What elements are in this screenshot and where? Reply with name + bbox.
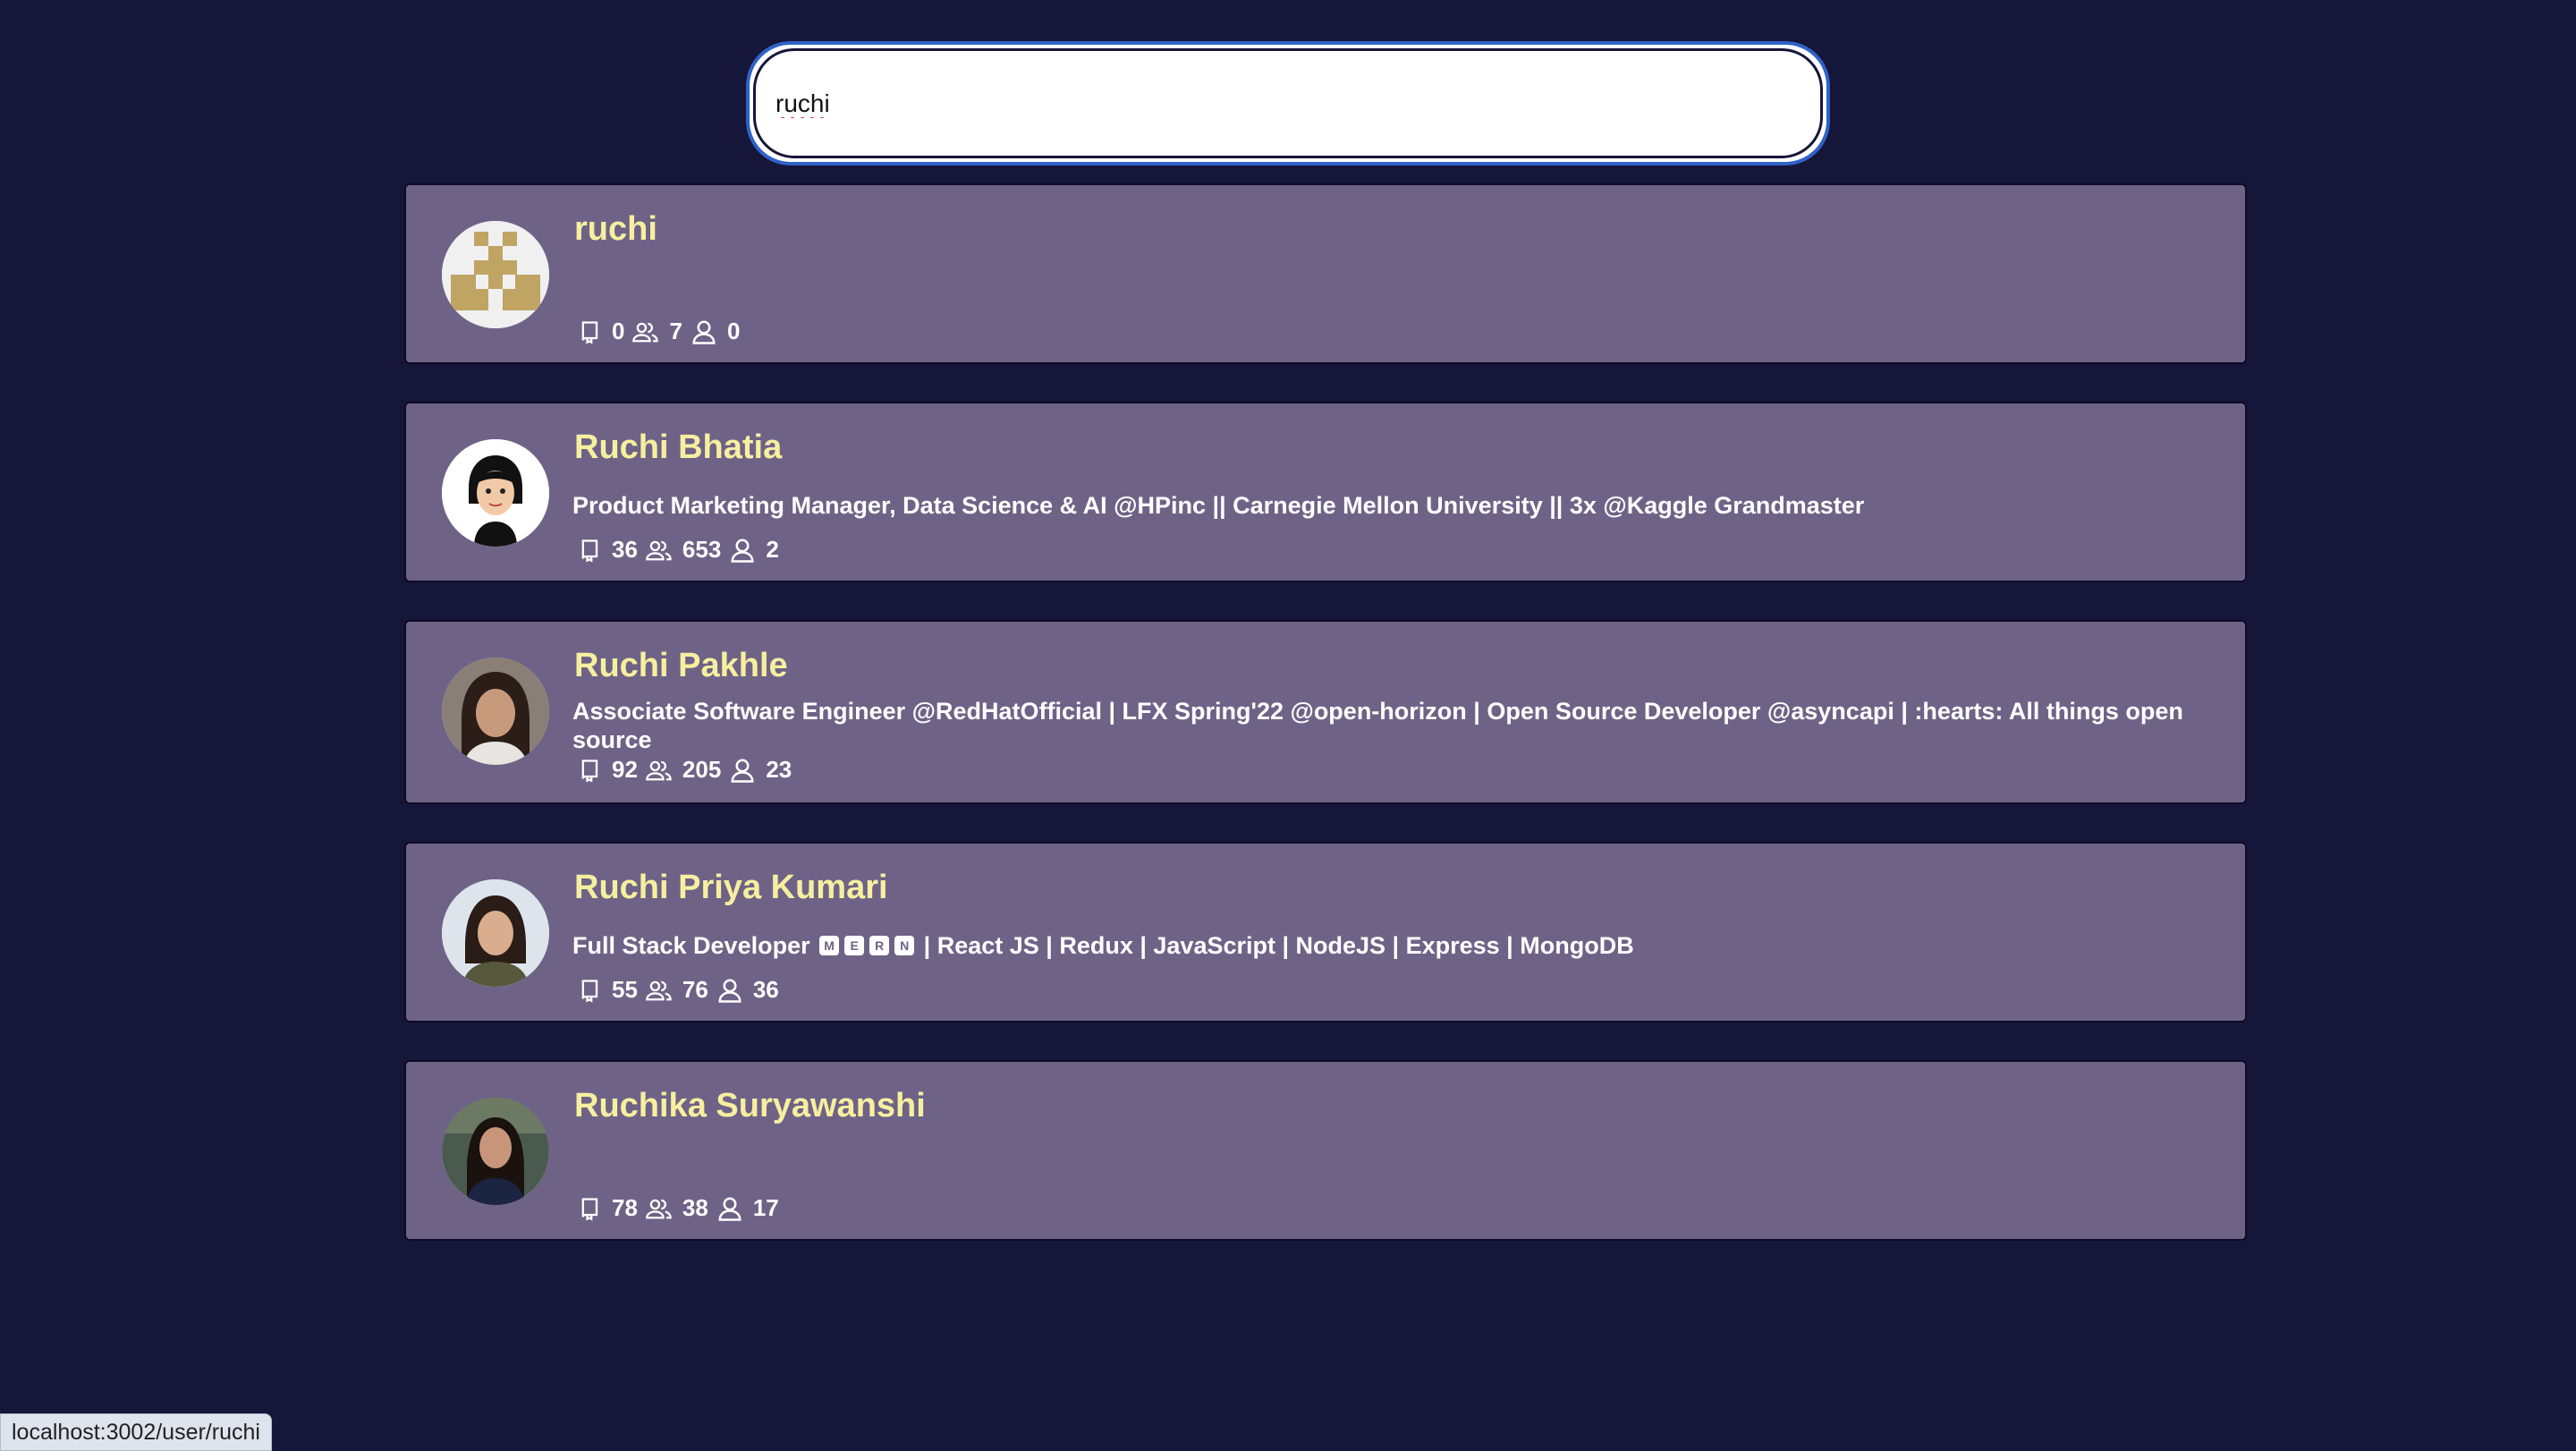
following-stat: 2	[728, 536, 779, 564]
badge-n: N	[894, 935, 915, 955]
users-icon	[646, 1199, 672, 1218]
followers-count: 653	[682, 536, 722, 563]
bio-suffix: | React JS | Redux | JavaScript | NodeJS…	[923, 932, 1634, 959]
following-count: 0	[726, 318, 741, 344]
followers-stat: 7	[631, 318, 682, 345]
avatar[interactable]	[442, 658, 549, 765]
avatar[interactable]	[442, 879, 549, 987]
user-stats: 55 76 36	[578, 976, 786, 1004]
following-count: 23	[766, 756, 792, 783]
user-stats: 36 653 2	[578, 536, 786, 564]
repos-stat: 0	[578, 318, 624, 345]
user-name[interactable]: Ruchi Priya Kumari	[574, 869, 888, 907]
users-icon	[632, 322, 659, 342]
user-icon	[731, 539, 754, 563]
followers-stat: 76	[645, 976, 708, 1004]
user-card[interactable]: ruchi 0 7 0	[404, 183, 2247, 364]
avatar[interactable]	[442, 439, 549, 547]
repos-stat: 92	[578, 756, 638, 784]
repos-stat: 36	[578, 536, 638, 564]
user-stats: 78 38 17	[578, 1194, 786, 1222]
repos-count: 36	[612, 536, 638, 563]
user-icon	[731, 759, 754, 783]
user-name[interactable]: Ruchi Pakhle	[574, 647, 788, 685]
user-card[interactable]: Ruchi Priya Kumari Full Stack Developer …	[404, 842, 2247, 1022]
followers-count: 38	[682, 1194, 708, 1221]
repos-stat: 55	[578, 976, 638, 1004]
following-stat: 17	[716, 1194, 779, 1222]
followers-stat: 205	[645, 756, 721, 784]
following-count: 36	[752, 976, 779, 1003]
book-icon	[581, 759, 598, 783]
book-icon	[581, 539, 598, 563]
following-count: 17	[752, 1194, 779, 1221]
repos-stat: 78	[578, 1194, 638, 1222]
user-card[interactable]: Ruchika Suryawanshi 78 38 17	[404, 1060, 2247, 1241]
repos-count: 92	[612, 756, 638, 783]
search-input[interactable]	[775, 89, 1820, 118]
followers-count: 7	[669, 318, 682, 344]
users-icon	[646, 760, 672, 780]
user-bio: Associate Software Engineer @RedHatOffic…	[572, 698, 2183, 753]
followers-count: 76	[682, 976, 708, 1003]
book-icon	[581, 1197, 598, 1221]
badge-m: M	[819, 935, 840, 955]
results-list: ruchi 0 7 0 Ruchi Bhatia Product Marketi…	[404, 183, 2247, 1278]
search-field[interactable]	[753, 48, 1823, 158]
following-stat: 0	[690, 318, 740, 345]
following-count: 2	[766, 536, 779, 563]
followers-stat: 38	[645, 1194, 708, 1222]
book-icon	[581, 320, 598, 344]
user-icon	[718, 1197, 741, 1221]
user-name[interactable]: Ruchika Suryawanshi	[574, 1087, 926, 1125]
user-name[interactable]: ruchi	[574, 210, 657, 249]
badge-r: R	[869, 935, 890, 955]
avatar[interactable]	[442, 221, 549, 328]
user-card[interactable]: Ruchi Pakhle Associate Software Engineer…	[404, 620, 2247, 804]
book-icon	[581, 979, 598, 1003]
user-name[interactable]: Ruchi Bhatia	[574, 429, 782, 467]
user-stats: 0 7 0	[578, 318, 747, 345]
avatar[interactable]	[442, 1098, 549, 1205]
repos-count: 55	[612, 976, 638, 1003]
search-box[interactable]	[746, 41, 1830, 165]
user-icon	[692, 320, 716, 344]
user-card[interactable]: Ruchi Bhatia Product Marketing Manager, …	[404, 402, 2247, 582]
following-stat: 23	[728, 756, 792, 784]
users-icon	[646, 980, 672, 1000]
bio-prefix: Full Stack Developer	[572, 932, 810, 959]
followers-count: 205	[682, 756, 722, 783]
badge-e: E	[844, 935, 865, 955]
followers-stat: 653	[645, 536, 721, 564]
user-icon	[718, 979, 741, 1003]
following-stat: 36	[716, 976, 779, 1004]
status-bar-url: localhost:3002/user/ruchi	[0, 1413, 272, 1451]
repos-count: 0	[612, 318, 625, 344]
users-icon	[646, 540, 672, 560]
user-bio: Full Stack Developer MERN | React JS | R…	[572, 931, 2209, 960]
user-stats: 92 205 23	[578, 756, 799, 784]
user-bio: Product Marketing Manager, Data Science …	[572, 492, 1865, 519]
repos-count: 78	[612, 1194, 638, 1221]
